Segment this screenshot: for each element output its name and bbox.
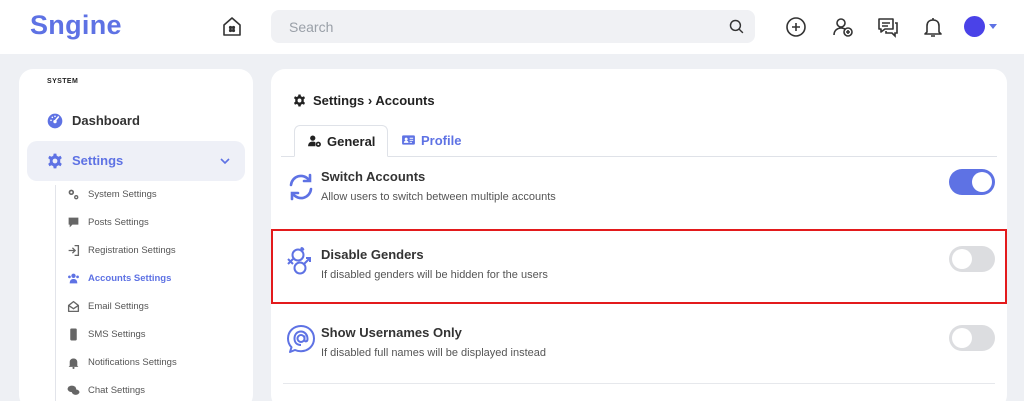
- sidebar-subitem-registration-settings[interactable]: Registration Settings: [67, 241, 247, 261]
- home-icon[interactable]: [220, 15, 244, 39]
- setting-title: Show Usernames Only: [321, 325, 462, 340]
- row-divider: [283, 383, 995, 384]
- sidebar-subitem-label: Posts Settings: [88, 217, 149, 228]
- sidebar-subitem-label: Notifications Settings: [88, 357, 177, 368]
- setting-row-show-usernames-only: Show Usernames Only If disabled full nam…: [271, 309, 1007, 387]
- search-bar[interactable]: Search: [271, 10, 755, 43]
- add-circle-icon[interactable]: [784, 15, 808, 39]
- notifications-bell-icon[interactable]: [921, 15, 945, 39]
- comments-icon: [67, 385, 80, 395]
- sidebar-item-label: Dashboard: [72, 113, 140, 128]
- bell-icon: [68, 358, 79, 369]
- sync-icon: [289, 173, 313, 201]
- sidebar-subitem-email-settings[interactable]: Email Settings: [67, 297, 247, 317]
- comment-icon: [68, 217, 79, 228]
- setting-description: If disabled full names will be displayed…: [321, 347, 547, 359]
- gear-icon: [48, 153, 62, 169]
- sidebar-item-settings[interactable]: Settings: [27, 141, 245, 181]
- sign-in-icon: [68, 244, 80, 257]
- add-friend-icon[interactable]: [831, 15, 855, 39]
- show-usernames-only-toggle[interactable]: [949, 325, 995, 351]
- sidebar-subitem-label: Accounts Settings: [88, 273, 172, 284]
- tab-label: Profile: [421, 133, 462, 148]
- search-input[interactable]: Search: [289, 19, 333, 35]
- mobile-icon: [70, 328, 77, 341]
- user-gear-icon: [308, 135, 321, 147]
- sidebar-subitem-label: Email Settings: [88, 301, 149, 312]
- id-card-icon: [402, 135, 415, 145]
- setting-description: Allow users to switch between multiple a…: [321, 191, 556, 203]
- sidebar-subitem-sms-settings[interactable]: SMS Settings: [67, 325, 247, 345]
- switch-accounts-toggle[interactable]: [949, 169, 995, 195]
- envelope-open-icon: [67, 300, 80, 313]
- sidebar-subitem-label: SMS Settings: [88, 329, 146, 340]
- messages-icon[interactable]: [876, 15, 900, 39]
- at-chat-icon: [287, 325, 315, 353]
- setting-row-switch-accounts: Switch Accounts Allow users to switch be…: [271, 157, 1007, 235]
- sidebar-section-label: SYSTEM: [47, 78, 79, 85]
- user-avatar[interactable]: [964, 16, 985, 37]
- tab-general[interactable]: General: [294, 125, 388, 157]
- search-icon[interactable]: [728, 18, 745, 35]
- tab-label: General: [327, 134, 376, 149]
- sidebar-item-dashboard[interactable]: Dashboard: [27, 101, 245, 141]
- caret-down-icon[interactable]: [989, 24, 997, 29]
- users-icon: [68, 273, 79, 284]
- sidebar-subitem-label: Registration Settings: [88, 245, 176, 256]
- sidebar-subitem-system-settings[interactable]: System Settings: [67, 185, 247, 205]
- submenu-divider: [55, 185, 56, 401]
- highlight-box: [271, 229, 1007, 304]
- sidebar-subitem-posts-settings[interactable]: Posts Settings: [67, 213, 247, 233]
- chevron-down-icon[interactable]: [219, 155, 231, 167]
- sidebar-item-label: Settings: [72, 153, 124, 168]
- sidebar-subitem-label: Chat Settings: [88, 385, 146, 396]
- breadcrumb: Settings › Accounts: [313, 93, 435, 108]
- tab-profile[interactable]: Profile: [401, 125, 491, 157]
- sidebar-subitem-chat-settings[interactable]: Chat Settings: [67, 381, 247, 401]
- sidebar-subitem-label: System Settings: [88, 189, 157, 200]
- sidebar-subitem-accounts-settings[interactable]: Accounts Settings: [67, 269, 247, 289]
- gear-icon: [293, 94, 306, 107]
- admin-sidebar: SYSTEM Dashboard Settings System Setting…: [19, 69, 253, 401]
- sidebar-subitem-notifications-settings[interactable]: Notifications Settings: [67, 353, 247, 373]
- setting-title: Switch Accounts: [321, 169, 426, 184]
- site-logo[interactable]: Sngine: [30, 10, 122, 41]
- dashboard-gauge-icon: [47, 113, 63, 129]
- gears-icon: [68, 189, 79, 200]
- top-header: Sngine Search: [0, 0, 1024, 54]
